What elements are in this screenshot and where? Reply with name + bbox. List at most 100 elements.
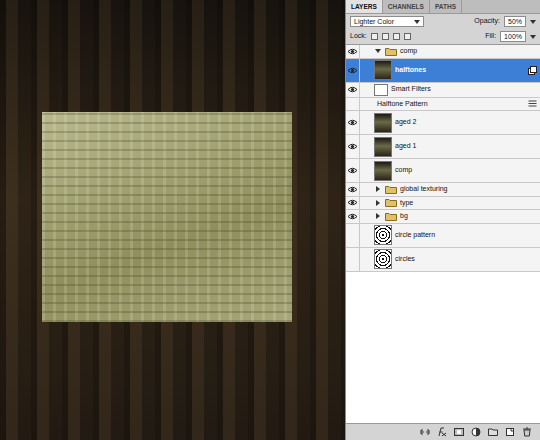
layer-row[interactable]: comp (346, 45, 540, 59)
folder-icon (385, 212, 397, 221)
layer-name[interactable]: circle pattern (395, 230, 537, 241)
layer-kind (374, 212, 397, 221)
layer-kind (374, 60, 392, 80)
layer-row[interactable]: aged 2 (346, 111, 540, 135)
layer-row[interactable]: Smart Filters (346, 83, 540, 98)
eye-icon (347, 212, 358, 221)
panel-tab[interactable]: CHANNELS (383, 0, 430, 13)
layer-name[interactable]: Halftone Pattern (377, 99, 525, 110)
lock-position-icon[interactable] (393, 33, 400, 40)
panel-tab[interactable]: PATHS (430, 0, 462, 13)
layer-kind (374, 84, 388, 96)
blend-mode-value: Lighter Color (354, 17, 394, 26)
visibility-toggle[interactable] (346, 111, 360, 134)
visibility-toggle[interactable] (346, 197, 360, 210)
lock-options: Lock: Fill: 100% (346, 29, 540, 44)
expand-toggle[interactable] (374, 200, 381, 206)
filter-mask-icon (374, 84, 388, 96)
lock-all-icon[interactable] (404, 33, 411, 40)
eye-icon (347, 166, 358, 175)
layer-kind (374, 161, 392, 181)
triangle-icon (375, 48, 381, 54)
layer-name[interactable]: comp (400, 46, 537, 57)
triangle-icon (375, 200, 381, 206)
eye-icon (347, 85, 358, 94)
lock-label: Lock: (350, 31, 367, 42)
layer-row[interactable]: bg (346, 210, 540, 224)
layer-name[interactable]: global texturing (400, 184, 537, 195)
lock-image-icon[interactable] (382, 33, 389, 40)
layers-list: comp halftones Smart Filters Halftone Patte… (346, 44, 540, 424)
new-layer-icon[interactable] (505, 427, 515, 437)
expand-toggle[interactable] (374, 186, 381, 192)
layer-mask-icon[interactable] (454, 427, 464, 437)
fill-label: Fill: (485, 31, 496, 42)
opacity-field[interactable]: 50% (504, 16, 526, 27)
eye-icon (347, 185, 358, 194)
layer-kind (374, 47, 397, 56)
layer-row[interactable]: comp (346, 159, 540, 183)
layer-row[interactable]: Halftone Pattern (346, 98, 540, 112)
adjustment-layer-icon[interactable] (471, 427, 481, 437)
eye-icon (347, 198, 358, 207)
pattern-thumbnail-icon (374, 225, 392, 245)
delete-layer-icon[interactable] (522, 427, 532, 437)
layer-name[interactable]: bg (400, 211, 537, 222)
fill-field[interactable]: 100% (500, 31, 526, 42)
panel-footer (346, 424, 540, 440)
artwork-block (42, 112, 292, 322)
eye-icon (347, 118, 358, 127)
layer-row[interactable]: aged 1 (346, 135, 540, 159)
layer-row[interactable]: halftones (346, 59, 540, 83)
expand-toggle[interactable] (374, 48, 381, 54)
document-canvas[interactable] (0, 0, 345, 440)
opacity-label: Opacity: (474, 16, 500, 27)
layer-name[interactable]: Smart Filters (391, 84, 537, 95)
filter-options-icon[interactable] (528, 100, 537, 107)
folder-icon (385, 198, 397, 207)
pattern-thumbnail-icon (374, 249, 392, 269)
blend-mode-select[interactable]: Lighter Color (350, 16, 424, 27)
visibility-toggle[interactable] (346, 224, 360, 247)
layer-row[interactable]: circles (346, 248, 540, 272)
smart-object-icon (528, 66, 537, 75)
layer-thumbnail-icon (374, 60, 392, 80)
lock-transparent-icon[interactable] (371, 33, 378, 40)
new-group-icon[interactable] (488, 427, 498, 437)
layer-thumbnail-icon (374, 161, 392, 181)
layer-kind (374, 137, 392, 157)
visibility-toggle[interactable] (346, 248, 360, 271)
visibility-toggle[interactable] (346, 159, 360, 182)
layer-row[interactable]: global texturing (346, 183, 540, 197)
layer-style-icon[interactable] (437, 427, 447, 437)
layer-thumbnail-icon (374, 137, 392, 157)
layer-row[interactable]: type (346, 197, 540, 211)
layer-name[interactable]: comp (395, 165, 537, 176)
triangle-icon (375, 213, 381, 219)
visibility-toggle[interactable] (346, 59, 360, 82)
layer-kind (374, 225, 392, 245)
layer-name[interactable]: aged 1 (395, 141, 537, 152)
visibility-toggle[interactable] (346, 83, 360, 97)
visibility-toggle[interactable] (346, 183, 360, 196)
triangle-icon (375, 186, 381, 192)
link-layers-icon[interactable] (420, 427, 430, 437)
layer-row[interactable]: circle pattern (346, 224, 540, 248)
visibility-toggle[interactable] (346, 98, 360, 111)
visibility-toggle[interactable] (346, 210, 360, 223)
layer-kind (374, 249, 392, 269)
panel-tab[interactable]: LAYERS (346, 0, 383, 13)
visibility-toggle[interactable] (346, 45, 360, 58)
layers-panel: LAYERSCHANNELSPATHS Lighter Color Opacity:… (345, 0, 540, 440)
expand-toggle[interactable] (374, 213, 381, 219)
layer-name[interactable]: aged 2 (395, 117, 537, 128)
dropdown-icon (414, 20, 420, 24)
folder-icon (385, 47, 397, 56)
layer-name[interactable]: halftones (395, 65, 525, 76)
layer-thumbnail-icon (374, 113, 392, 133)
blend-options: Lighter Color Opacity: 50% (346, 14, 540, 29)
visibility-toggle[interactable] (346, 135, 360, 158)
eye-icon (347, 142, 358, 151)
layer-name[interactable]: circles (395, 254, 537, 265)
layer-name[interactable]: type (400, 198, 537, 209)
